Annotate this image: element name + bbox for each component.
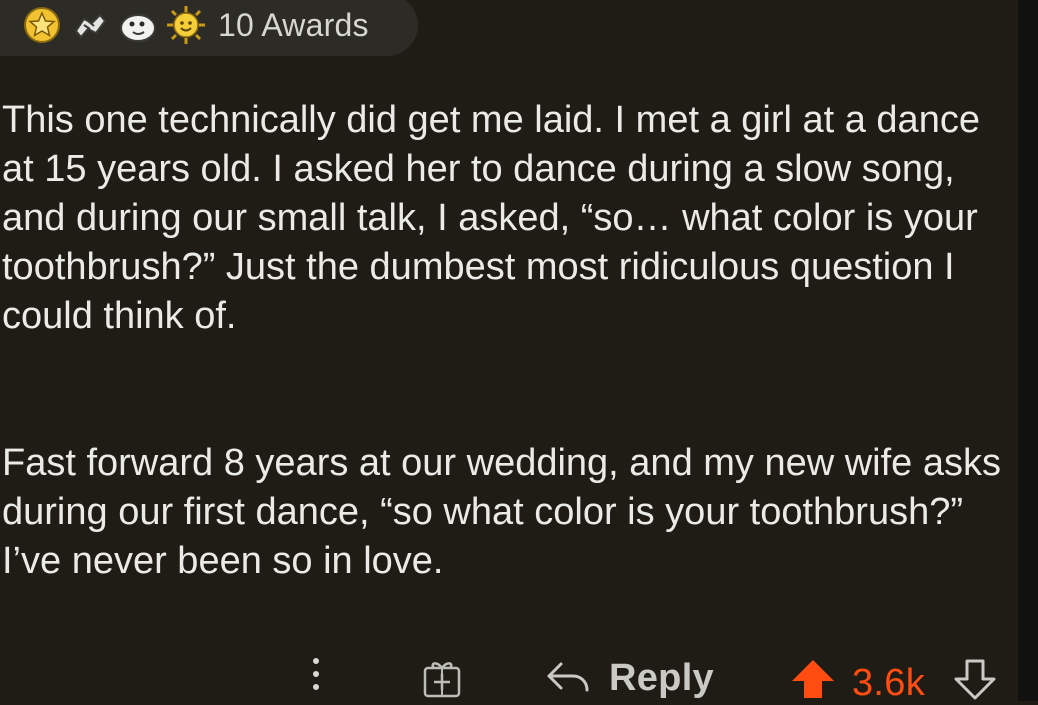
downvote-button[interactable] <box>952 658 998 700</box>
awards-bar[interactable]: 10 Awards <box>0 0 418 56</box>
upvote-button[interactable] <box>790 658 836 700</box>
handshake-award-icon <box>70 5 110 45</box>
vote-score: 3.6k <box>852 662 926 704</box>
awards-count-label: 10 Awards <box>218 6 369 43</box>
downvote-arrow-icon <box>954 659 996 700</box>
reply-label: Reply <box>609 656 714 699</box>
screen-edge <box>1018 0 1038 701</box>
seal-award-icon <box>118 5 158 45</box>
comment-paragraph: This one technically did get me laid. I … <box>2 99 980 337</box>
sun-face-award-icon <box>166 5 206 45</box>
give-award-button[interactable] <box>420 656 464 700</box>
vertical-dots-icon <box>313 658 319 664</box>
upvote-arrow-icon <box>792 660 834 698</box>
gift-icon <box>423 662 461 698</box>
comment-body: This one technically did get me laid. I … <box>2 96 1018 586</box>
comment-paragraph: Fast forward 8 years at our wedding, and… <box>2 442 1002 582</box>
star-award-icon <box>22 5 62 45</box>
comment-action-bar: Reply 3.6k <box>0 650 1018 704</box>
reply-arrow-icon <box>545 660 591 696</box>
reply-button[interactable]: Reply <box>545 654 714 702</box>
more-options-button[interactable] <box>305 658 327 698</box>
